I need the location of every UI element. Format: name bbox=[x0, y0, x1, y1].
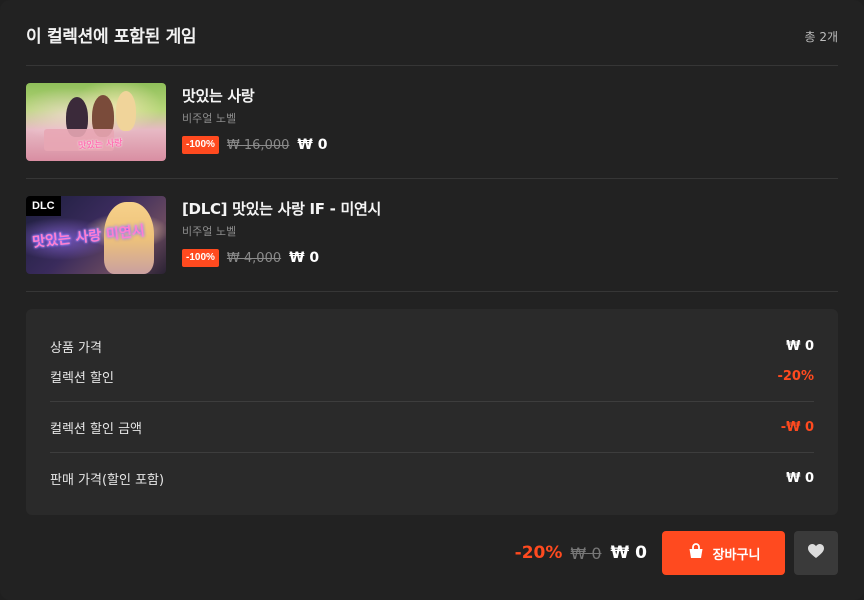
purchase-bar: -20% ₩ 0 ₩ 0 장바구니 bbox=[515, 531, 838, 575]
original-price: ₩ 4,000 bbox=[226, 250, 282, 266]
collection-header: 이 컬렉션에 포함된 게임 총 2개 bbox=[26, 22, 838, 66]
game-item[interactable]: 맛있는 사랑 맛있는 사랑 비주얼 노벨 -100% ₩ 16,000 ₩ 0 bbox=[26, 67, 838, 179]
sale-price-label: 판매 가격(할인 포함) bbox=[50, 473, 165, 488]
game-genre: 비주얼 노벨 bbox=[182, 225, 237, 238]
summary-divider bbox=[50, 452, 814, 453]
discount-badge: -100% bbox=[182, 249, 219, 267]
dlc-badge: DLC bbox=[26, 196, 61, 216]
collection-panel: 이 컬렉션에 포함된 게임 총 2개 맛있는 사랑 맛있는 사랑 비주얼 노벨 … bbox=[0, 0, 864, 600]
product-price-value: ₩ 0 bbox=[786, 339, 814, 354]
add-to-cart-label: 장바구니 bbox=[712, 547, 761, 563]
game-genre: 비주얼 노벨 bbox=[182, 112, 237, 125]
game-item[interactable]: DLC 맛있는 사랑 미연시 [DLC] 맛있는 사랑 IF - 미연시 비주얼… bbox=[26, 180, 838, 292]
game-title[interactable]: [DLC] 맛있는 사랑 IF - 미연시 bbox=[182, 198, 381, 220]
shopping-basket-icon bbox=[687, 542, 705, 564]
heart-icon bbox=[807, 543, 825, 563]
product-price-label: 상품 가격 bbox=[50, 341, 102, 356]
collection-discount-amount-label: 컬렉션 할인 금액 bbox=[50, 422, 142, 437]
wishlist-button[interactable] bbox=[794, 531, 838, 575]
collection-discount-value: -20% bbox=[777, 369, 814, 384]
collection-discount-amount-value: -₩ 0 bbox=[780, 420, 814, 435]
collection-discount-row: 컬렉션 할인 -20% bbox=[50, 367, 814, 386]
final-price: ₩ 0 bbox=[289, 250, 320, 266]
final-price: ₩ 0 bbox=[297, 137, 328, 153]
original-price: ₩ 16,000 bbox=[226, 137, 290, 153]
collection-title: 이 컬렉션에 포함된 게임 bbox=[26, 27, 197, 47]
collection-discount-label: 컬렉션 할인 bbox=[50, 371, 114, 386]
product-price-row: 상품 가격 ₩ 0 bbox=[50, 337, 814, 356]
collection-original-price: ₩ 0 bbox=[570, 543, 602, 563]
price-summary: 상품 가격 ₩ 0 컬렉션 할인 -20% 컬렉션 할인 금액 -₩ 0 판매 … bbox=[26, 309, 838, 515]
collection-final-price: ₩ 0 bbox=[610, 543, 648, 563]
collection-discount-percent: -20% bbox=[514, 543, 563, 563]
price-row: -100% ₩ 16,000 ₩ 0 bbox=[182, 135, 327, 155]
discount-badge: -100% bbox=[182, 136, 219, 154]
price-row: -100% ₩ 4,000 ₩ 0 bbox=[182, 248, 381, 268]
summary-divider bbox=[50, 401, 814, 402]
collection-discount-amount-row: 컬렉션 할인 금액 -₩ 0 bbox=[50, 418, 814, 437]
thumbnail-logo-text: 맛있는 사랑 bbox=[77, 138, 123, 152]
game-count: 총 2개 bbox=[804, 30, 838, 44]
game-thumbnail[interactable]: 맛있는 사랑 bbox=[26, 83, 166, 161]
sale-price-value: ₩ 0 bbox=[786, 471, 814, 486]
game-title[interactable]: 맛있는 사랑 bbox=[182, 85, 327, 107]
game-thumbnail[interactable]: DLC 맛있는 사랑 미연시 bbox=[26, 196, 166, 274]
sale-price-row: 판매 가격(할인 포함) ₩ 0 bbox=[50, 469, 814, 488]
add-to-cart-button[interactable]: 장바구니 bbox=[662, 531, 785, 575]
